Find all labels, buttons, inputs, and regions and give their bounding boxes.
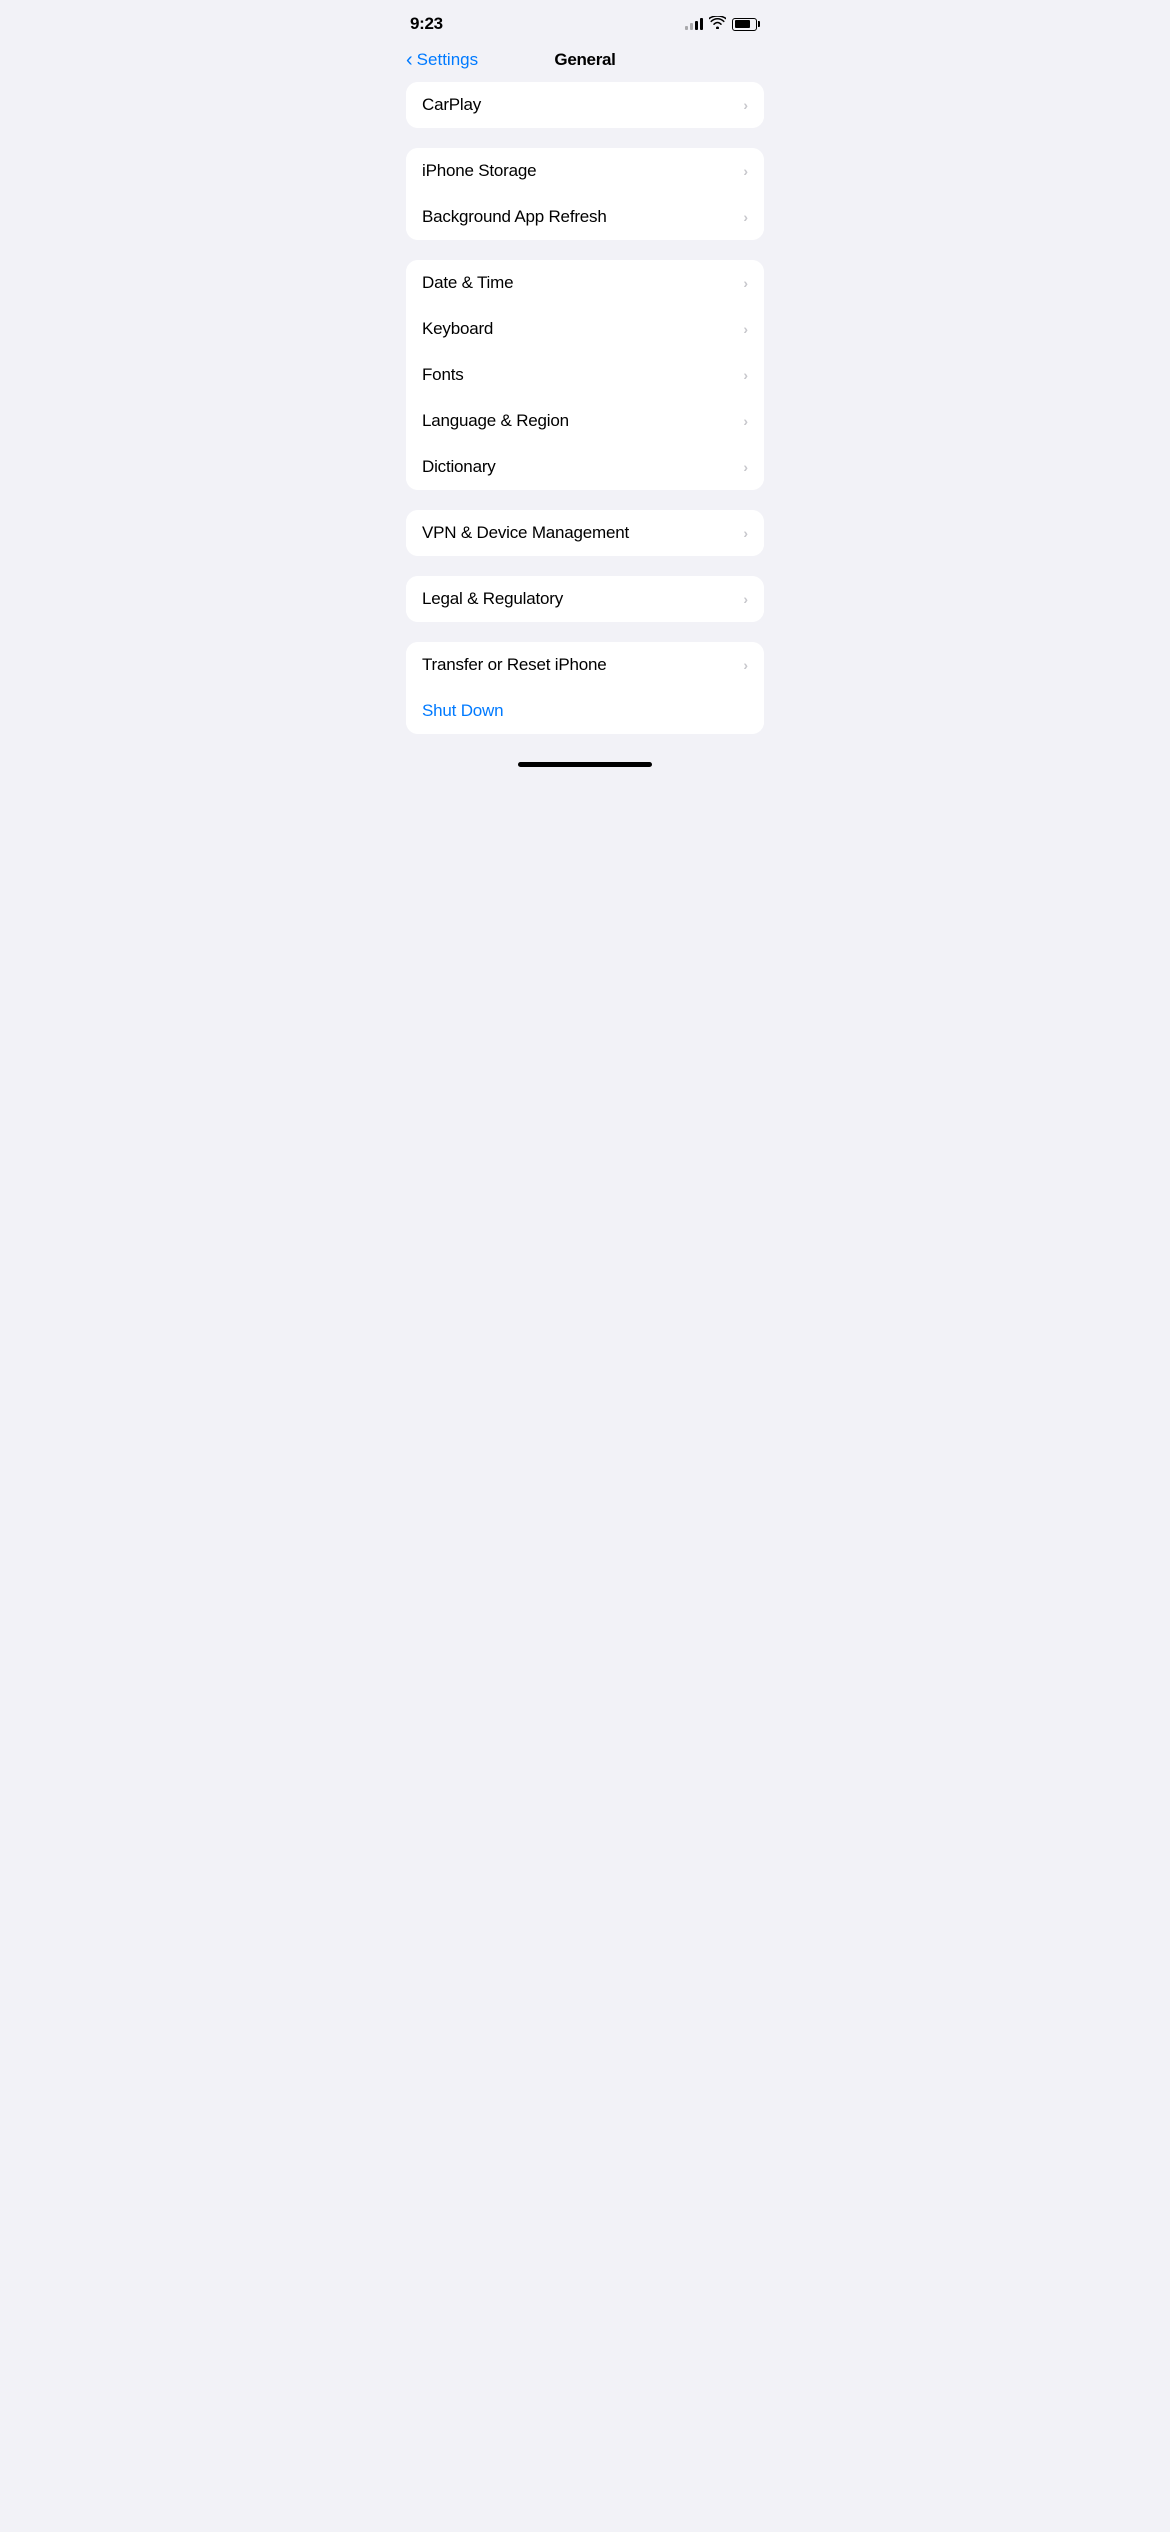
storage-section: iPhone Storage › Background App Refresh … [406,148,764,240]
background-app-refresh-item[interactable]: Background App Refresh › [406,194,764,240]
vpn-device-management-label: VPN & Device Management [422,523,629,543]
carplay-section: CarPlay › [406,82,764,128]
page-title: General [554,50,615,70]
iphone-storage-chevron-icon: › [743,163,748,179]
nav-bar: ‹ Settings General [390,42,780,82]
iphone-storage-label: iPhone Storage [422,161,536,181]
language-region-label: Language & Region [422,411,569,431]
carplay-item[interactable]: CarPlay › [406,82,764,128]
carplay-chevron-icon: › [743,97,748,113]
status-time: 9:23 [410,14,443,34]
datetime-section: Date & Time › Keyboard › Fonts › Languag… [406,260,764,490]
wifi-icon [709,16,726,32]
date-time-item[interactable]: Date & Time › [406,260,764,306]
shut-down-item[interactable]: Shut Down [406,688,764,734]
status-icons [685,16,760,32]
background-app-refresh-chevron-icon: › [743,209,748,225]
carplay-label: CarPlay [422,95,481,115]
date-time-chevron-icon: › [743,275,748,291]
back-label: Settings [417,50,478,70]
language-region-item[interactable]: Language & Region › [406,398,764,444]
back-button[interactable]: ‹ Settings [406,50,478,70]
back-chevron-icon: ‹ [406,50,413,70]
vpn-device-management-item[interactable]: VPN & Device Management › [406,510,764,556]
dictionary-item[interactable]: Dictionary › [406,444,764,490]
shut-down-label: Shut Down [422,701,503,721]
vpn-section: VPN & Device Management › [406,510,764,556]
scroll-content: CarPlay › iPhone Storage › Background Ap… [390,82,780,734]
reset-section: Transfer or Reset iPhone › Shut Down [406,642,764,734]
fonts-item[interactable]: Fonts › [406,352,764,398]
dictionary-chevron-icon: › [743,459,748,475]
background-app-refresh-label: Background App Refresh [422,207,607,227]
vpn-device-management-chevron-icon: › [743,525,748,541]
keyboard-chevron-icon: › [743,321,748,337]
keyboard-item[interactable]: Keyboard › [406,306,764,352]
fonts-label: Fonts [422,365,464,385]
legal-section: Legal & Regulatory › [406,576,764,622]
transfer-reset-item[interactable]: Transfer or Reset iPhone › [406,642,764,688]
fonts-chevron-icon: › [743,367,748,383]
battery-icon [732,18,760,31]
home-bar [518,762,652,767]
status-bar: 9:23 [390,0,780,42]
legal-regulatory-label: Legal & Regulatory [422,589,563,609]
transfer-reset-chevron-icon: › [743,657,748,673]
signal-icon [685,18,703,30]
iphone-storage-item[interactable]: iPhone Storage › [406,148,764,194]
home-indicator [390,754,780,779]
transfer-reset-label: Transfer or Reset iPhone [422,655,607,675]
dictionary-label: Dictionary [422,457,496,477]
legal-regulatory-item[interactable]: Legal & Regulatory › [406,576,764,622]
keyboard-label: Keyboard [422,319,493,339]
language-region-chevron-icon: › [743,413,748,429]
date-time-label: Date & Time [422,273,513,293]
legal-regulatory-chevron-icon: › [743,591,748,607]
